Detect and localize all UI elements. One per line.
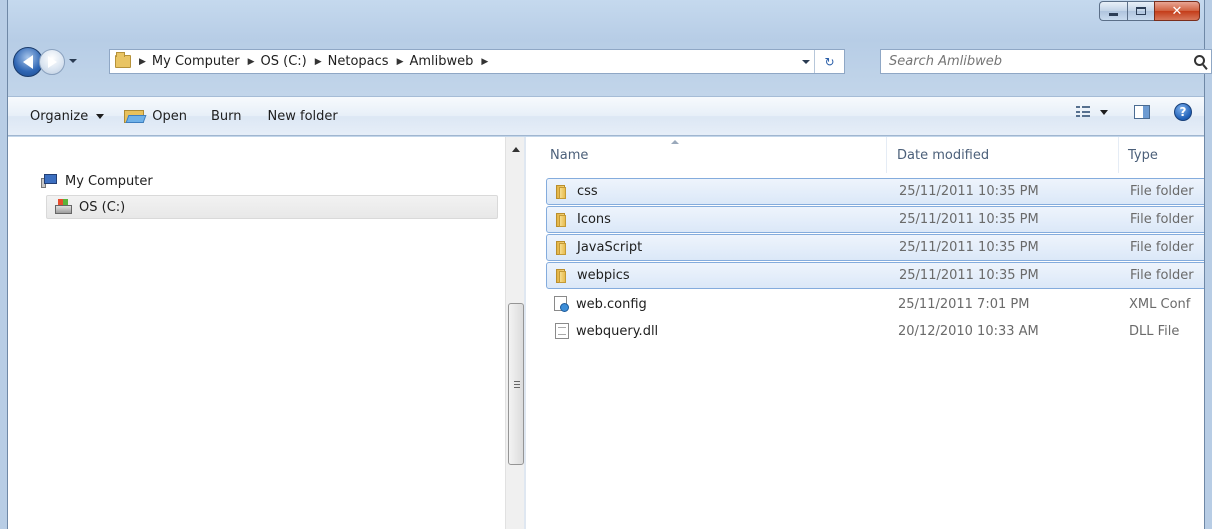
minimize-button[interactable]	[1099, 1, 1127, 21]
column-header-name[interactable]: Name	[550, 148, 588, 163]
scroll-up-icon[interactable]	[512, 147, 520, 152]
refresh-button[interactable]: ↻	[814, 50, 844, 73]
organize-label: Organize	[30, 108, 89, 124]
file-row[interactable]: webpics 25/11/2011 10:35 PM File folder	[546, 262, 1204, 289]
file-date: 25/11/2011 7:01 PM	[898, 297, 1030, 312]
burn-label: Burn	[210, 108, 242, 124]
breadcrumb-netopacs[interactable]: Netopacs	[328, 54, 389, 69]
breadcrumb-my-computer[interactable]: My Computer	[152, 54, 240, 69]
file-name: Icons	[577, 212, 611, 227]
window-frame-right	[1204, 0, 1212, 529]
drive-icon	[55, 199, 73, 215]
file-type: XML Conf	[1129, 297, 1191, 312]
new-folder-label: New folder	[267, 108, 338, 124]
burn-button[interactable]: Burn	[201, 103, 252, 129]
search-icon[interactable]	[1194, 55, 1205, 66]
search-input[interactable]	[889, 54, 1169, 69]
file-row[interactable]: css 25/11/2011 10:35 PM File folder	[546, 178, 1204, 205]
breadcrumb-separator-icon[interactable]: ▶	[139, 57, 146, 67]
folder-icon	[556, 269, 572, 283]
back-arrow-icon	[23, 55, 33, 69]
navigation-pane: My Computer OS (C:)	[8, 137, 524, 529]
forward-arrow-icon	[47, 56, 57, 68]
new-folder-button[interactable]: New folder	[258, 103, 348, 129]
file-type: File folder	[1130, 240, 1194, 255]
nav-item-os-c[interactable]: OS (C:)	[46, 195, 498, 219]
column-divider[interactable]	[1118, 137, 1119, 173]
forward-button[interactable]	[39, 49, 65, 75]
chevron-down-icon	[1100, 109, 1108, 115]
sort-ascending-icon	[671, 140, 679, 144]
close-button[interactable]: ✕	[1154, 1, 1200, 21]
file-date: 20/12/2010 10:33 AM	[898, 324, 1039, 339]
folder-icon	[556, 241, 572, 255]
open-label: Open	[152, 108, 187, 124]
breadcrumb-separator-icon[interactable]: ▶	[248, 57, 255, 67]
file-name: css	[577, 184, 598, 199]
file-row[interactable]: webquery.dll 20/12/2010 10:33 AM DLL Fil…	[546, 318, 1204, 345]
folder-icon	[556, 185, 572, 199]
maximize-button[interactable]	[1127, 1, 1154, 21]
file-type: File folder	[1130, 212, 1194, 227]
nav-item-my-computer[interactable]: My Computer	[41, 169, 153, 193]
breadcrumb-os-c[interactable]: OS (C:)	[261, 54, 307, 69]
command-bar: Organize Open Burn New folder ?	[8, 96, 1204, 136]
file-type: DLL File	[1129, 324, 1180, 339]
organize-button[interactable]: Organize	[30, 103, 114, 129]
file-date: 25/11/2011 10:35 PM	[899, 184, 1039, 199]
grip-icon	[514, 381, 520, 388]
folder-icon	[556, 213, 572, 227]
file-name: web.config	[576, 297, 647, 312]
file-name: JavaScript	[577, 240, 643, 255]
breadcrumb-separator-icon[interactable]: ▶	[315, 57, 322, 67]
close-icon: ✕	[1171, 3, 1183, 19]
column-divider[interactable]	[886, 137, 887, 173]
nav-item-label: OS (C:)	[79, 199, 126, 215]
open-button[interactable]: Open	[114, 103, 197, 129]
address-bar[interactable]: ▶ My Computer ▶ OS (C:) ▶ Netopacs ▶ Aml…	[109, 49, 845, 74]
help-button[interactable]: ?	[1174, 103, 1192, 121]
caption-buttons: ✕	[1099, 1, 1200, 21]
scrollbar-thumb[interactable]	[508, 303, 524, 465]
file-row[interactable]: Icons 25/11/2011 10:35 PM File folder	[546, 206, 1204, 233]
file-type: File folder	[1130, 184, 1194, 199]
navigation-row: ▶ My Computer ▶ OS (C:) ▶ Netopacs ▶ Aml…	[12, 43, 1212, 79]
preview-pane-button[interactable]	[1134, 105, 1150, 119]
file-date: 25/11/2011 10:35 PM	[899, 268, 1039, 283]
folder-icon	[115, 52, 131, 68]
file-name: webpics	[577, 268, 630, 283]
config-file-icon	[554, 296, 570, 312]
minimize-icon	[1109, 12, 1118, 16]
recent-pages-dropdown-icon[interactable]	[69, 59, 77, 63]
column-headers: Name Date modified Type	[526, 137, 1204, 173]
dll-file-icon	[555, 323, 569, 339]
change-view-button[interactable]	[1076, 106, 1108, 118]
computer-icon	[41, 174, 59, 188]
file-date: 25/11/2011 10:35 PM	[899, 212, 1039, 227]
address-history-dropdown-icon[interactable]	[802, 60, 810, 64]
nav-item-label: My Computer	[65, 173, 153, 189]
search-box[interactable]	[880, 49, 1212, 74]
details-view-icon	[1076, 106, 1092, 118]
column-header-date-modified[interactable]: Date modified	[897, 148, 989, 163]
refresh-icon: ↻	[824, 54, 835, 69]
chevron-down-icon	[96, 113, 105, 119]
navigation-tree: My Computer OS (C:)	[41, 137, 505, 529]
breadcrumb-separator-icon[interactable]: ▶	[481, 57, 488, 67]
breadcrumb-separator-icon[interactable]: ▶	[397, 57, 404, 67]
column-header-type[interactable]: Type	[1128, 148, 1158, 163]
window-frame-left	[0, 0, 8, 529]
file-list: Name Date modified Type css 25/11/2011 1…	[526, 137, 1204, 529]
maximize-icon	[1136, 7, 1146, 15]
file-date: 25/11/2011 10:35 PM	[899, 240, 1039, 255]
file-row[interactable]: web.config 25/11/2011 7:01 PM XML Conf	[546, 291, 1204, 318]
file-name: webquery.dll	[576, 324, 659, 339]
breadcrumb-amlibweb[interactable]: Amlibweb	[410, 54, 474, 69]
toolbar-right-group: ?	[1076, 103, 1192, 121]
file-row[interactable]: JavaScript 25/11/2011 10:35 PM File fold…	[546, 234, 1204, 261]
open-folder-icon	[124, 108, 147, 124]
file-type: File folder	[1130, 268, 1194, 283]
navigation-scrollbar[interactable]	[505, 137, 524, 529]
